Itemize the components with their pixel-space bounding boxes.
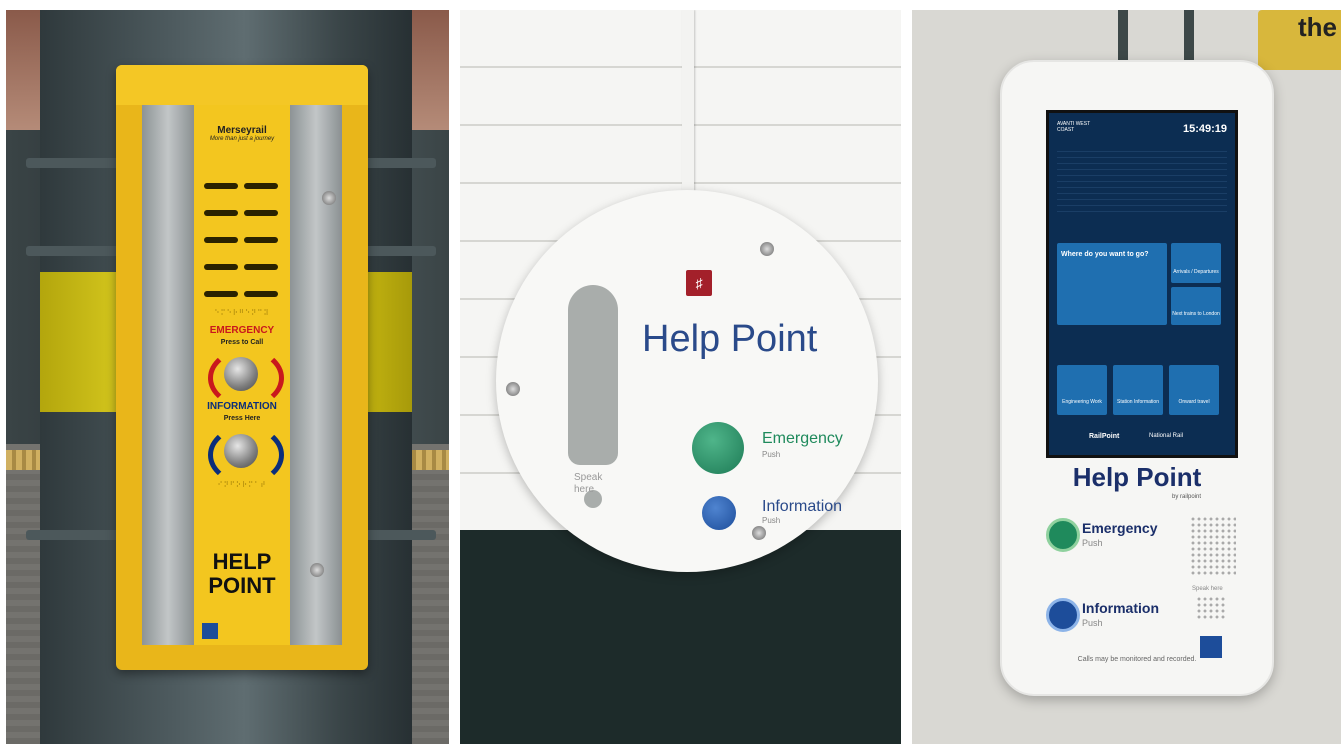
cable-conduit	[682, 10, 694, 200]
info-icon[interactable]	[1046, 598, 1080, 632]
information-button[interactable]	[702, 496, 736, 530]
information-sub: Press Here	[223, 415, 261, 422]
help-point-title: Help Point	[642, 318, 818, 360]
information-label: Information	[762, 498, 843, 515]
speaker-icon	[568, 285, 618, 465]
bolt	[760, 242, 774, 256]
railpoint-logo: RailPoint	[1089, 433, 1120, 440]
national-rail-logo: National Rail	[1149, 433, 1184, 439]
emergency-button[interactable]	[224, 357, 258, 391]
speaker-grille	[204, 183, 290, 318]
engineering-work-tile[interactable]: Engineering Work	[1057, 365, 1107, 415]
operator-logo: AVANTI WEST COAST	[1057, 121, 1091, 133]
emergency-label: Emergency	[1082, 520, 1158, 536]
monitoring-notice: Calls may be monitored and recorded.	[1077, 656, 1197, 663]
bolt	[752, 526, 766, 540]
information-button[interactable]	[224, 434, 258, 468]
information-label: INFORMATION	[207, 401, 277, 412]
merseyrail-logo: Merseyrail More than just a journey	[209, 125, 275, 142]
help-point-heading: HELP POINT	[208, 549, 276, 598]
left-rail	[142, 105, 194, 645]
unit-face: Merseyrail More than just a journey ⠑⠍⠑⠗…	[194, 105, 290, 645]
arrivals-tile[interactable]: Arrivals / Departures	[1171, 243, 1221, 283]
emergency-push-label: Push	[762, 450, 781, 459]
help-point-title: Help Point	[1072, 462, 1202, 492]
unit-hood	[116, 65, 368, 105]
hearing-loop-icon: ♯	[686, 270, 712, 296]
emergency-label: EMERGENCY	[209, 325, 275, 336]
touch-screen[interactable]: AVANTI WEST COAST 15:49:19 Where do you …	[1046, 110, 1238, 458]
help-point-kiosk: AVANTI WEST COAST 15:49:19 Where do you …	[1000, 60, 1274, 696]
emergency-label: Emergency	[762, 430, 843, 447]
bell-icon[interactable]	[1046, 518, 1080, 552]
emergency-push-label: Push	[1082, 538, 1103, 548]
bolt	[322, 191, 336, 205]
information-push-label: Push	[1082, 618, 1103, 628]
london-trains-tile[interactable]: Next trains to London	[1171, 287, 1221, 325]
braille-text: ⠑⠍⠑⠗⠛⠑⠝⠉⠽	[214, 310, 270, 317]
help-point-disc: ♯ Help Point Emergency Push Information …	[496, 190, 878, 572]
merseyrail-help-point-photo: Merseyrail More than just a journey ⠑⠍⠑⠗…	[6, 10, 449, 744]
mic-grille	[1196, 596, 1226, 620]
kiosk-help-point-photo: the AVANTI WEST COAST 15:49:19 Where do …	[912, 10, 1341, 744]
emergency-button[interactable]	[692, 422, 744, 474]
yellow-sign: the	[1258, 10, 1341, 70]
clock: 15:49:19	[1182, 123, 1227, 135]
bolt	[506, 382, 520, 396]
emergency-sub: Press to Call	[220, 339, 264, 346]
round-help-point-photo: ♯ Help Point Emergency Push Information …	[460, 10, 901, 744]
onward-travel-tile[interactable]: Onward travel	[1169, 365, 1219, 415]
bolt	[310, 563, 324, 577]
speak-here-label: Speak here	[1192, 586, 1223, 592]
journey-planner-tile[interactable]: Where do you want to go?	[1057, 243, 1167, 325]
speaker-grille	[1190, 516, 1236, 576]
byline: by railpoint	[1172, 494, 1202, 500]
help-point-unit: Merseyrail More than just a journey ⠑⠍⠑⠗…	[116, 65, 368, 670]
information-label: Information	[1082, 600, 1159, 616]
information-push-label: Push	[762, 516, 781, 525]
station-info-tile[interactable]: Station Information	[1113, 365, 1163, 415]
hearing-loop-icon	[202, 623, 218, 639]
braille-text: ⠊⠝⠋⠕⠗⠍⠁⠞	[217, 482, 267, 489]
hearing-loop-icon	[1200, 636, 1222, 658]
departures-board	[1057, 147, 1227, 217]
speak-here-label: Speak here	[574, 472, 603, 495]
